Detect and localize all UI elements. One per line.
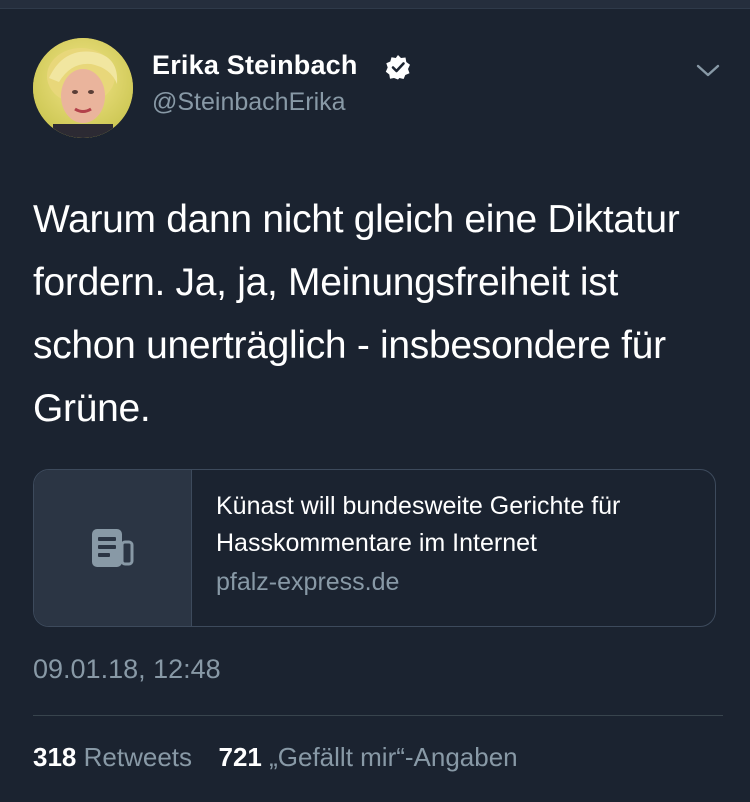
retweets-label[interactable]: Retweets [84,742,192,772]
tweet-timestamp[interactable]: 09.01.18, 12:48 [33,654,221,685]
chevron-down-icon[interactable] [694,58,722,82]
avatar[interactable] [33,38,133,138]
author-handle[interactable]: @SteinbachErika [152,88,346,117]
top-divider [0,0,750,9]
avatar-image [33,38,133,138]
stats-divider [33,715,723,716]
tweet-stats: 318 Retweets 721 „Gefällt mir“-Angaben [33,742,518,773]
link-card-domain: pfalz-express.de [216,568,400,596]
article-icon [92,529,134,567]
link-card-thumbnail [34,470,192,626]
likes-label[interactable]: „Gefällt mir“-Angaben [269,742,518,772]
retweets-count[interactable]: 318 [33,742,76,772]
verified-badge-icon [385,55,410,80]
link-card-title: Künast will bundesweite Gerichte für Has… [216,492,621,557]
likes-count[interactable]: 721 [218,742,261,772]
tweet-text: Warum dann nicht gleich eine Diktatur fo… [33,198,680,430]
author-name[interactable]: Erika Steinbach [152,50,358,81]
link-card[interactable]: Künast will bundesweite Gerichte für Has… [33,469,716,627]
